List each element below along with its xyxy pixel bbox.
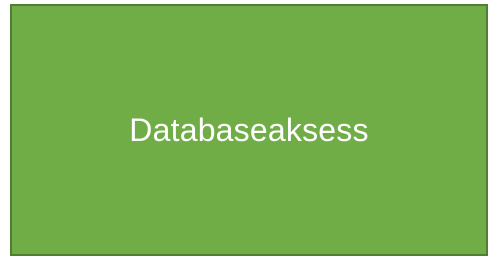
database-access-box: Databaseaksess [10,4,488,256]
diagram-canvas: Databaseaksess [0,0,494,261]
box-label: Databaseaksess [129,111,369,148]
